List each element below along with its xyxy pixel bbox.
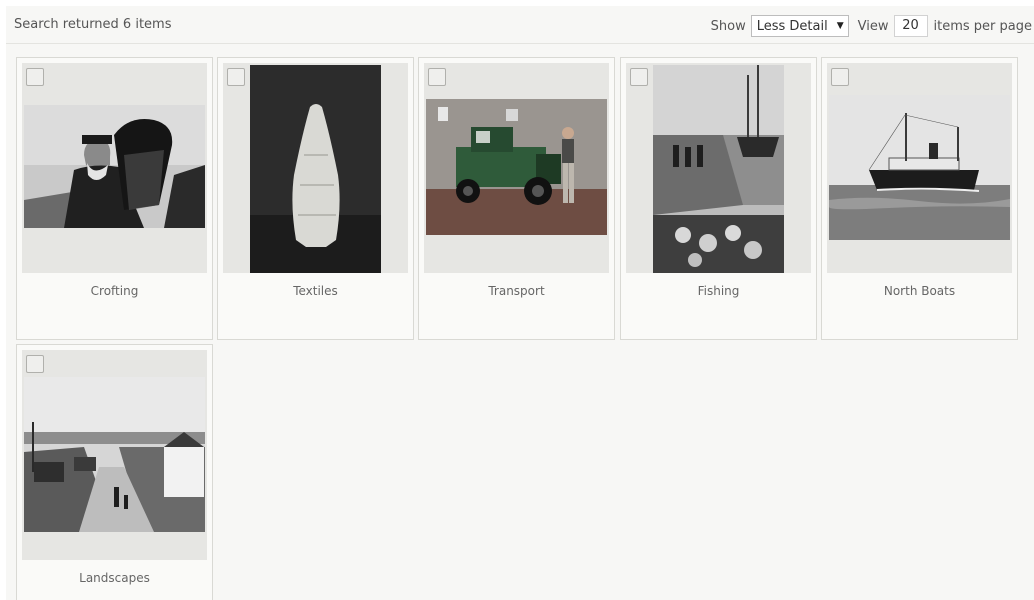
fishing-photo[interactable]	[653, 65, 784, 273]
view-label: View	[857, 18, 889, 34]
result-card-fishing[interactable]: Fishing	[620, 57, 817, 340]
search-results-page: Search returned 6 items Show Less Detail…	[6, 6, 1034, 600]
thumbnail-frame[interactable]	[22, 63, 207, 273]
select-checkbox[interactable]	[26, 68, 44, 86]
select-checkbox[interactable]	[227, 68, 245, 86]
transport-photo[interactable]	[426, 99, 607, 235]
item-caption[interactable]: Textiles	[218, 284, 413, 298]
crofting-photo[interactable]	[24, 105, 205, 228]
result-card-textiles[interactable]: Textiles	[217, 57, 414, 340]
detail-select[interactable]: Less Detail ▼	[750, 15, 849, 37]
item-caption[interactable]: Crofting	[17, 284, 212, 298]
select-checkbox[interactable]	[428, 68, 446, 86]
item-caption[interactable]: Transport	[419, 284, 614, 298]
items-per-page-label: items per page	[933, 18, 1032, 34]
thumbnail-frame[interactable]	[626, 63, 811, 273]
select-checkbox[interactable]	[26, 355, 44, 373]
result-count: Search returned 6 items	[14, 17, 172, 32]
item-caption[interactable]: Landscapes	[17, 571, 212, 585]
thumbnail-frame[interactable]	[22, 350, 207, 560]
thumbnail-frame[interactable]	[827, 63, 1012, 273]
results-toolbar: Search returned 6 items Show Less Detail…	[6, 6, 1034, 44]
item-caption[interactable]: Fishing	[621, 284, 816, 298]
textiles-photo[interactable]	[250, 65, 381, 273]
items-per-page-input[interactable]: 20	[893, 15, 928, 37]
select-checkbox[interactable]	[630, 68, 648, 86]
result-card-landscapes[interactable]: Landscapes	[16, 344, 213, 600]
result-card-transport[interactable]: Transport	[418, 57, 615, 340]
thumbnail-frame[interactable]	[424, 63, 609, 273]
dropdown-arrow-icon: ▼	[836, 21, 844, 31]
show-label: Show	[710, 18, 746, 34]
display-controls: Show Less Detail ▼ View 20 items per pag…	[711, 14, 1032, 38]
item-caption[interactable]: North Boats	[822, 284, 1017, 298]
detail-select-value: Less Detail	[756, 18, 828, 34]
north-boats-photo[interactable]	[829, 95, 1010, 240]
select-checkbox[interactable]	[831, 68, 849, 86]
result-card-crofting[interactable]: Crofting	[16, 57, 213, 340]
result-card-north-boats[interactable]: North Boats	[821, 57, 1018, 340]
landscapes-photo[interactable]	[24, 377, 205, 532]
thumbnail-frame[interactable]	[223, 63, 408, 273]
